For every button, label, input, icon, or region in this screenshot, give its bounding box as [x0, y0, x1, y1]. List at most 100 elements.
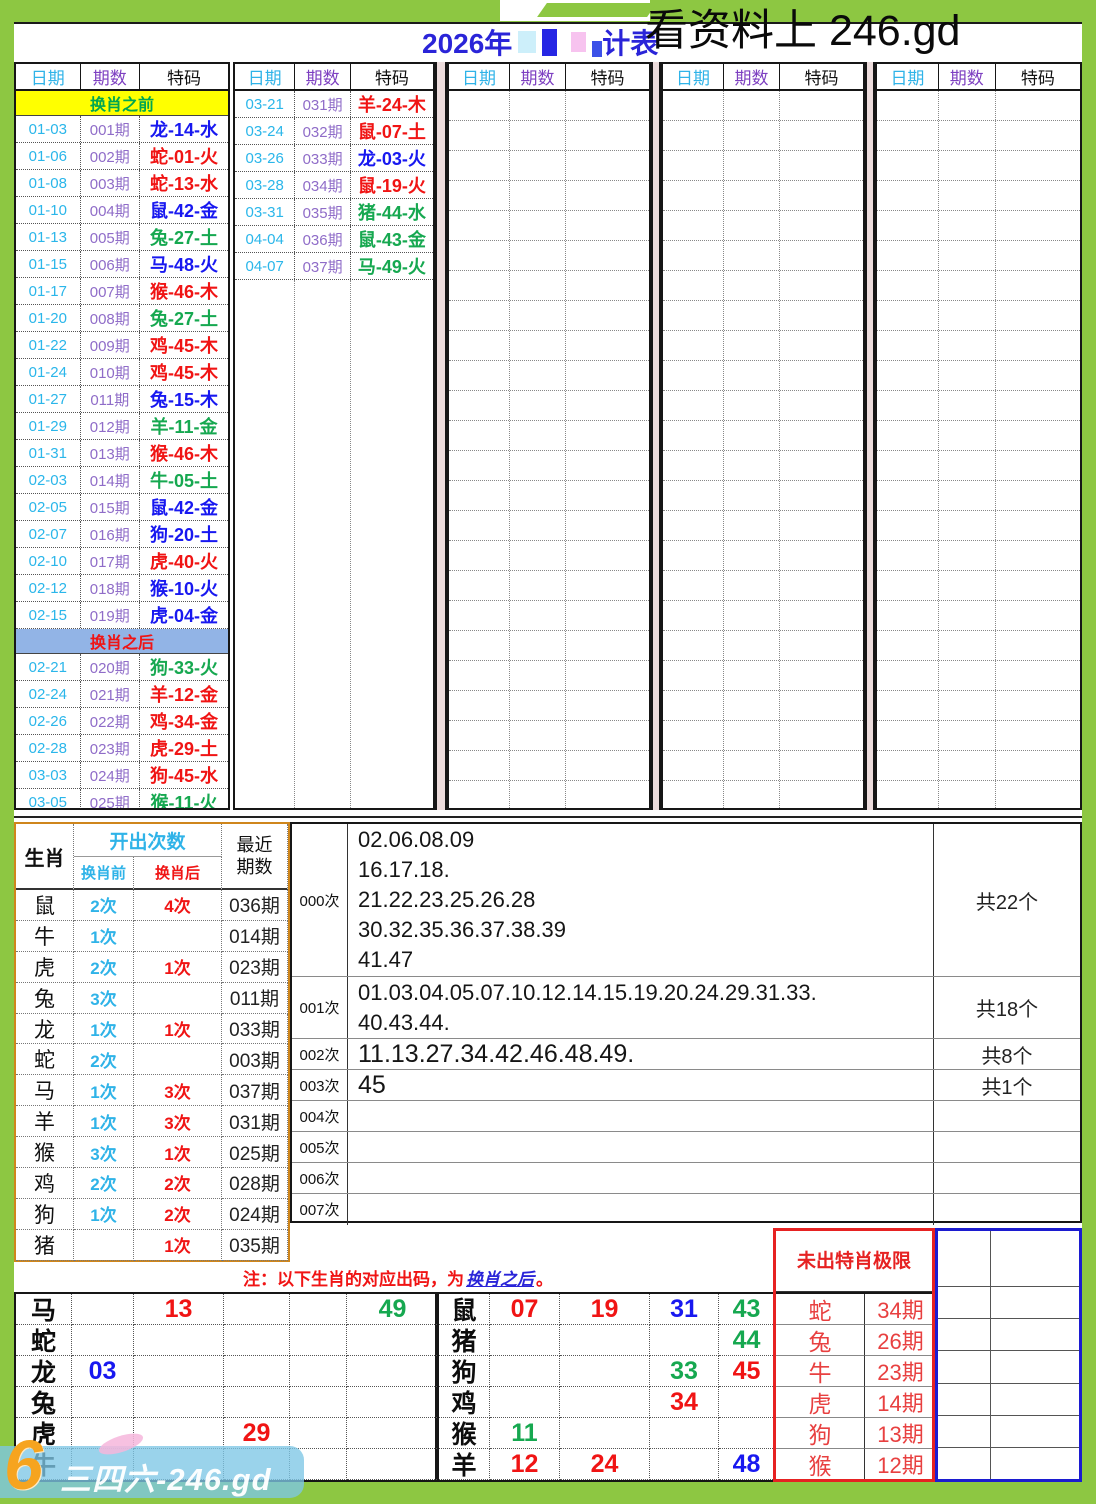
- empty-row: [449, 661, 649, 691]
- draw-row: 02-12018期猴-10-火: [16, 575, 228, 602]
- draw-row: 01-24010期鸡-45-木: [16, 359, 228, 386]
- zodiac-row-label: 猪: [439, 1325, 490, 1356]
- top-banner-shape: [537, 3, 657, 17]
- limit-period-cell: 34期: [865, 1294, 937, 1325]
- draw-date-cell: 01-29: [16, 413, 80, 439]
- empty-row: [877, 481, 1080, 511]
- group-header-row: 日期期数特码: [235, 64, 433, 91]
- draw-code-cell: 马-48-火: [139, 251, 228, 277]
- draw-row: 03-31035期猪-44-水: [235, 199, 433, 226]
- draw-period-cell: 017期: [80, 548, 139, 574]
- draw-period-cell: 023期: [80, 735, 139, 761]
- numbers-line: 01.03.04.05.07.10.12.14.15.19.20.24.29.3…: [358, 978, 933, 1008]
- code-number-cell: 34: [650, 1387, 719, 1418]
- empty-row: [449, 391, 649, 421]
- code-number-cell: 24: [560, 1449, 650, 1480]
- code-number-cell: [347, 1418, 439, 1449]
- numbers-line: 16.17.18.: [358, 855, 933, 885]
- draw-date-cell: 02-28: [16, 735, 80, 761]
- draw-row: 01-10004期鼠-42-金: [16, 197, 228, 224]
- empty-cell: [991, 1384, 1079, 1415]
- empty-row: [449, 571, 649, 601]
- draw-row: 04-07037期马-49-火: [235, 253, 433, 280]
- draw-row: 01-17007期猴-46-木: [16, 278, 228, 305]
- draw-date-cell: 01-17: [16, 278, 80, 304]
- draw-period-cell: 035期: [294, 199, 349, 225]
- frequency-total: 共1个: [934, 1070, 1080, 1100]
- stat-before-count-cell: 1次: [74, 921, 134, 952]
- draw-period-cell: 019期: [80, 602, 139, 628]
- zodiac-row-label: 羊: [439, 1449, 490, 1480]
- date-column-header: 日期: [877, 64, 938, 89]
- draw-row: 02-10017期虎-40-火: [16, 548, 228, 575]
- code-number-cell: [347, 1325, 439, 1356]
- stat-before-count-cell: 1次: [74, 1014, 134, 1045]
- empty-row: [663, 361, 863, 391]
- stat-after-count-cell: [134, 921, 222, 952]
- draw-group: 日期期数特码: [875, 62, 1082, 810]
- empty-row: [877, 571, 1080, 601]
- watermark: 6 三四六-246.gd: [0, 1446, 304, 1498]
- zodiac-row-label: 猴: [439, 1418, 490, 1449]
- empty-cell-row: [938, 1351, 1079, 1383]
- empty-row: [449, 421, 649, 451]
- draw-period-cell: 004期: [80, 197, 139, 223]
- draw-group: 日期期数特码: [661, 62, 865, 810]
- group-header-row: 日期期数特码: [877, 64, 1080, 91]
- promo-overlay-text: 看资料上 246.gd: [645, 0, 960, 58]
- draw-period-cell: 032期: [294, 118, 349, 144]
- empty-row: [877, 601, 1080, 631]
- period-column-header: 期数: [509, 64, 565, 89]
- empty-row: [663, 751, 863, 781]
- draw-date-cell: 01-10: [16, 197, 80, 223]
- empty-row: [449, 451, 649, 481]
- note-prefix: 注：以下生肖的对应出码，为: [243, 1265, 464, 1290]
- stat-recent-period-cell: 036期: [222, 890, 288, 921]
- draw-period-cell: 031期: [294, 91, 349, 117]
- limit-period-cell: 23期: [865, 1356, 937, 1387]
- empty-row: [449, 361, 649, 391]
- code-number-cell: [72, 1325, 134, 1356]
- code-number-cell: [347, 1449, 439, 1480]
- code-number-cell: 48: [719, 1449, 775, 1480]
- empty-cell: [991, 1416, 1079, 1447]
- code-column-header: 特码: [995, 64, 1080, 89]
- code-number-cell: [650, 1418, 719, 1449]
- draw-code-cell: 蛇-01-火: [139, 143, 228, 169]
- draw-code-cell: 龙-14-水: [139, 116, 228, 142]
- draw-row: 02-28023期虎-29-土: [16, 735, 228, 762]
- draw-period-cell: 006期: [80, 251, 139, 277]
- empty-row: [449, 601, 649, 631]
- stat-before-count-cell: 1次: [74, 1075, 134, 1106]
- stat-zodiac-cell: 猴: [16, 1137, 74, 1168]
- frequency-row: 004次: [292, 1101, 1080, 1132]
- stat-zodiac-cell: 兔: [16, 983, 74, 1014]
- empty-cell-row: [938, 1287, 1079, 1319]
- empty-row: [663, 721, 863, 751]
- code-column-header: 特码: [565, 64, 649, 89]
- stat-after-count-cell: 1次: [134, 1014, 222, 1045]
- stats-recent-header: 最近期数: [222, 824, 288, 890]
- empty-cell: [938, 1231, 991, 1286]
- code-number-cell: [290, 1418, 347, 1449]
- period-column-header: 期数: [938, 64, 995, 89]
- draw-row: 01-20008期兔-27-土: [16, 305, 228, 332]
- stat-recent-period-cell: 003期: [222, 1044, 288, 1075]
- empty-row: [663, 421, 863, 451]
- empty-row: [663, 121, 863, 151]
- empty-row: [449, 781, 649, 810]
- frequency-numbers: 01.03.04.05.07.10.12.14.15.19.20.24.29.3…: [348, 977, 934, 1038]
- empty-cell: [991, 1448, 1079, 1479]
- limit-period-cell: 26期: [865, 1325, 937, 1356]
- code-number-cell: [650, 1325, 719, 1356]
- empty-area: [235, 280, 433, 808]
- zodiac-row-label: 鸡: [439, 1387, 490, 1418]
- empty-row: [877, 661, 1080, 691]
- empty-row: [663, 331, 863, 361]
- stat-after-count-cell: 3次: [134, 1106, 222, 1137]
- stat-recent-period-cell: 031期: [222, 1106, 288, 1137]
- frequency-total: 共18个: [934, 977, 1080, 1038]
- draw-row: 02-21020期狗-33-火: [16, 654, 228, 681]
- empty-row: [663, 481, 863, 511]
- stat-recent-period-cell: 024期: [222, 1199, 288, 1230]
